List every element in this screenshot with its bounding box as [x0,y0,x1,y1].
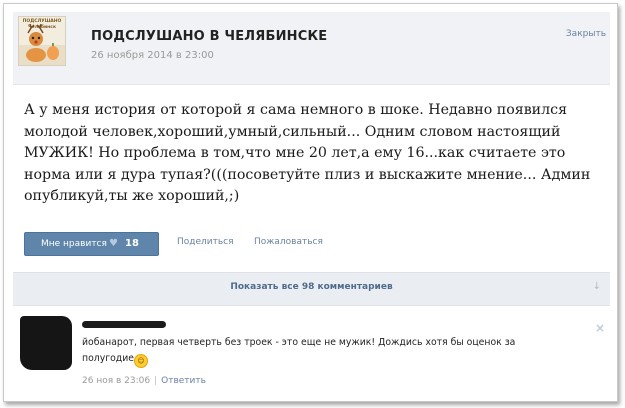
post-card: ПОДСЛУШАНО Челябинск ПОДСЛУШАНО В ЧЕЛЯБИ… [3,3,618,402]
report-link[interactable]: Пожаловаться [254,237,323,247]
comment-text-block: йобанарот, первая четверть без троек - э… [82,335,552,368]
heart-icon: ♥ [109,238,118,249]
like-count: 18 [125,238,139,249]
avatar[interactable] [20,316,72,370]
delete-comment-icon[interactable]: × [595,321,605,335]
group-name[interactable]: ПОДСЛУШАНО В ЧЕЛЯБИНСКЕ [91,29,327,44]
post-actions: Мне нравится ♥ 18 Поделиться Пожаловатьс… [24,232,604,256]
show-comments-label[interactable]: Показать все 98 комментариев [13,282,610,292]
comment-date[interactable]: 26 ноя в 23:06 [82,376,150,386]
meta-separator: | [154,376,158,386]
logo-deer-icon [19,23,65,65]
group-logo[interactable]: ПОДСЛУШАНО Челябинск [18,16,66,66]
comment: йобанарот, первая четверть без троек - э… [13,310,610,398]
share-link[interactable]: Поделиться [177,237,234,247]
arrow-down-icon: ↓ [592,281,601,292]
show-comments-bar[interactable]: Показать все 98 комментариев ↓ [13,272,610,306]
post-date[interactable]: 26 ноября 2014 в 23:00 [91,50,214,61]
close-button[interactable]: Закрыть [566,29,606,39]
like-label: Мне нравится [41,239,107,249]
comment-meta: 26 ноя в 23:06 | Ответить [82,376,206,386]
post-text: А у меня история от которой я сама немно… [24,102,591,204]
reply-link[interactable]: Ответить [161,376,206,386]
like-button[interactable]: Мне нравится ♥ 18 [24,232,159,256]
post-header: ПОДСЛУШАНО Челябинск ПОДСЛУШАНО В ЧЕЛЯБИ… [13,12,610,85]
comment-author-redacted [82,321,166,328]
smile-emoji-icon: ☺ [133,354,148,368]
